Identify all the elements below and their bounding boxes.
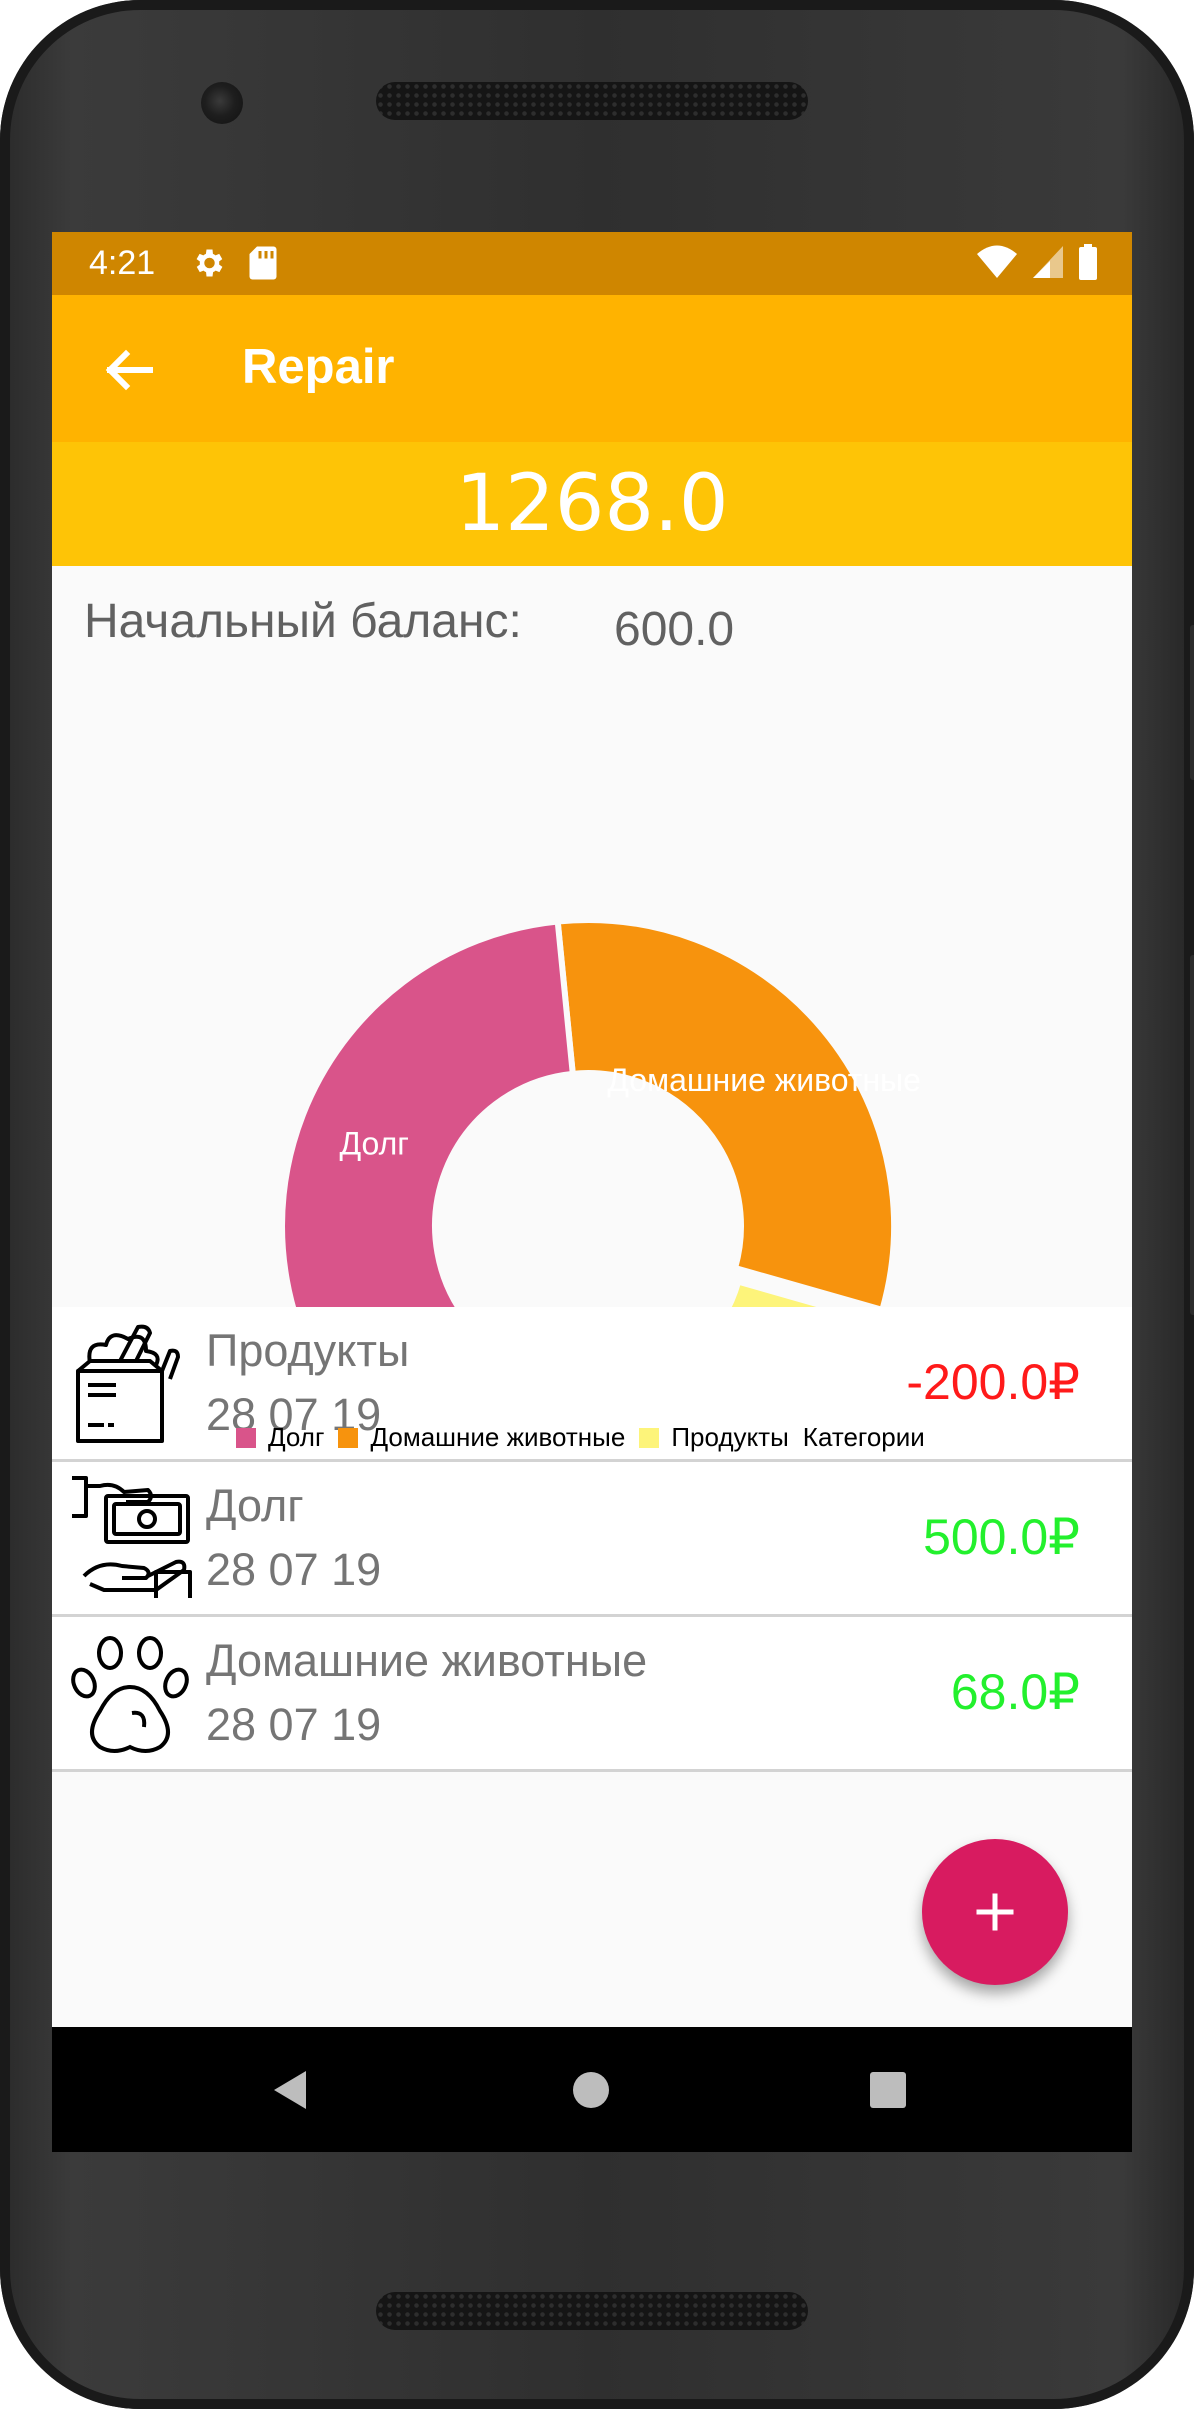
status-bar: 4:21 — [52, 232, 1132, 295]
transaction-amount: -200.0₽ — [906, 1354, 1080, 1410]
slice-label: Домашние животные — [607, 1062, 921, 1098]
recents-square-icon[interactable] — [868, 2070, 908, 2110]
top-speaker — [376, 82, 808, 120]
gear-icon — [196, 249, 223, 277]
bottom-speaker — [376, 2292, 808, 2330]
initial-balance-label: Начальный баланс: — [84, 595, 522, 648]
legend-label: Продукты — [671, 1422, 789, 1452]
legend-label: Домашние животные — [370, 1422, 626, 1452]
chart-legend: Долг Домашние животные Продукты Категори… — [236, 1422, 925, 1453]
back-button[interactable] — [94, 335, 164, 405]
list-item[interactable]: Домашние животные 28 07 19 68.0₽ — [52, 1617, 1132, 1772]
front-camera — [201, 82, 243, 124]
add-transaction-button[interactable] — [922, 1839, 1068, 1985]
transaction-amount: 500.0₽ — [923, 1509, 1080, 1565]
signal-icon — [1033, 246, 1063, 278]
balance-band: 1268.0 — [52, 442, 1132, 566]
back-triangle-icon[interactable] — [270, 2069, 310, 2111]
legend-title: Категории — [802, 1422, 925, 1452]
money-hand-icon — [72, 1476, 192, 1598]
transaction-name: Продукты — [206, 1325, 410, 1376]
transaction-name: Домашние животные — [206, 1635, 648, 1686]
transaction-name: Долг — [206, 1480, 304, 1531]
transaction-date: 28 07 19 — [206, 1699, 382, 1750]
transaction-list: Продукты 28 07 19 -200.0₽ Долг 28 07 19 … — [52, 1307, 1132, 1772]
wifi-icon — [977, 245, 1017, 278]
arrow-left-icon — [105, 349, 153, 391]
legend-item: Долг — [236, 1422, 324, 1453]
page-title: Repair — [242, 340, 395, 394]
volume-button — [1190, 955, 1194, 1315]
battery-icon — [1079, 244, 1097, 280]
transaction-amount: 68.0₽ — [950, 1664, 1080, 1720]
screen: 4:21 Repair 1268.0 Начальный баланс: 600… — [52, 232, 1132, 2152]
home-circle-icon[interactable] — [571, 2070, 611, 2110]
list-item[interactable]: Долг 28 07 19 500.0₽ — [52, 1462, 1132, 1617]
transaction-date: 28 07 19 — [206, 1544, 382, 1595]
legend-swatch — [236, 1427, 256, 1448]
legend-swatch — [639, 1427, 660, 1448]
paw-icon — [71, 1636, 189, 1753]
initial-balance-value: 600.0 — [614, 603, 735, 656]
system-nav-bar — [52, 2027, 1132, 2152]
app-bar: Repair — [52, 295, 1132, 442]
legend-item: Домашние животные — [338, 1422, 625, 1453]
total-balance: 1268.0 — [455, 459, 729, 549]
legend-item: Продукты — [639, 1422, 789, 1453]
sd-card-icon — [249, 246, 277, 280]
phone-frame: 4:21 Repair 1268.0 Начальный баланс: 600… — [0, 0, 1194, 2409]
slice-label: Долг — [339, 1126, 408, 1162]
pie-slice[interactable] — [554, 916, 898, 1314]
legend-swatch — [338, 1427, 359, 1448]
status-time: 4:21 — [89, 244, 156, 282]
power-button — [1190, 625, 1194, 780]
grocery-bag-icon — [76, 1324, 180, 1443]
legend-label: Долг — [268, 1422, 325, 1452]
plus-icon — [976, 1893, 1014, 1931]
